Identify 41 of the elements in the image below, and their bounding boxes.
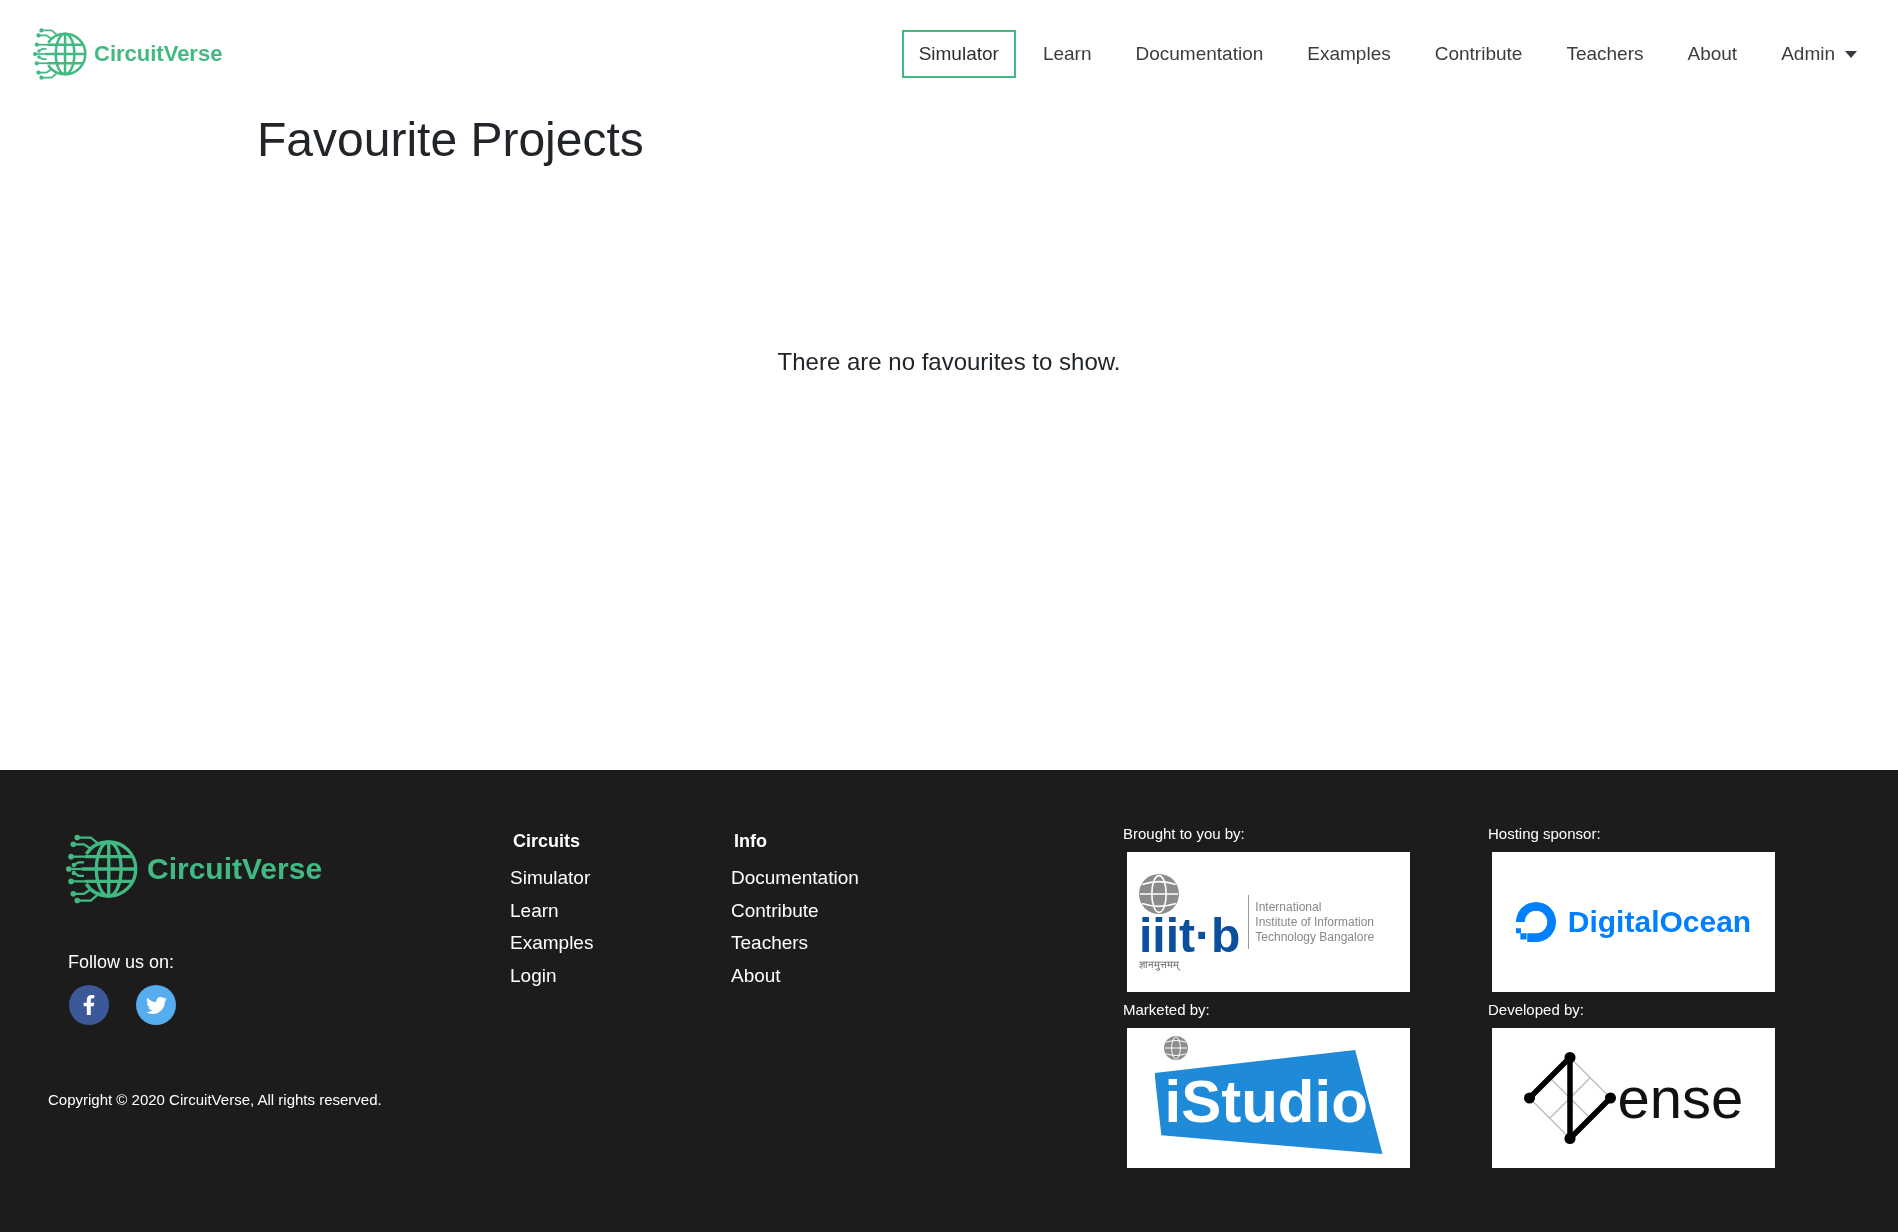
nav-link[interactable]: Learn <box>1025 30 1109 78</box>
follow-label: Follow us on: <box>68 951 175 973</box>
institute-name-text: International Institute of Information Technology Bangalore <box>1255 899 1375 945</box>
footer-link[interactable]: Documentation <box>731 862 859 895</box>
circuit-globe-icon <box>66 833 138 905</box>
footer-link[interactable]: Learn <box>510 894 559 927</box>
footer-logo-link[interactable]: CircuitVerse <box>66 833 323 905</box>
nav-link[interactable]: Teachers <box>1549 30 1661 78</box>
circuit-globe-icon <box>33 27 87 81</box>
nav-link[interactable]: Contribute <box>1417 30 1540 78</box>
logo-text: ense <box>1617 1066 1744 1130</box>
logo-text: DigitalOcean <box>1567 904 1752 940</box>
footer-link[interactable]: About <box>731 959 781 992</box>
nav-link[interactable]: About <box>1670 30 1755 78</box>
footer-link[interactable]: Examples <box>510 927 594 960</box>
nav-link[interactable]: Examples <box>1290 30 1408 78</box>
nav-link[interactable]: Admin <box>1764 30 1874 78</box>
facebook-icon[interactable] <box>69 985 109 1025</box>
page-title: Favourite Projects <box>257 112 645 168</box>
sponsor-label: Hosting sponsor: <box>1488 825 1601 843</box>
logo-text: iiit·b <box>1139 913 1241 958</box>
empty-message: There are no favourites to show. <box>776 347 1122 377</box>
footer-link[interactable]: Teachers <box>731 927 809 960</box>
copyright-text: Copyright © 2020 CircuitVerse, All rights reserved. <box>48 1091 382 1109</box>
column-heading: Circuits <box>513 830 581 852</box>
diamond-node-icon <box>1523 1052 1616 1144</box>
sponsor-label: Brought to you by: <box>1123 825 1245 843</box>
nav-link[interactable]: Simulator <box>901 30 1016 78</box>
globe-icon <box>1139 873 1179 914</box>
footer-link[interactable]: Simulator <box>510 862 591 895</box>
column-heading: Info <box>734 830 767 852</box>
sponsor-label: Developed by: <box>1488 1001 1584 1019</box>
nav-link[interactable]: Documentation <box>1118 30 1281 78</box>
motto-text: ज्ञानमुत्तमम् <box>1139 957 1179 971</box>
footer-link[interactable]: Contribute <box>731 894 819 927</box>
globe-icon <box>1164 1036 1188 1060</box>
twitter-icon[interactable] <box>136 985 176 1025</box>
footer-link[interactable]: Login <box>510 959 557 992</box>
ring-logo-icon <box>1515 902 1556 942</box>
logo-text: iStudio <box>1164 1070 1368 1134</box>
sponsor-label: Marketed by: <box>1123 1001 1210 1019</box>
